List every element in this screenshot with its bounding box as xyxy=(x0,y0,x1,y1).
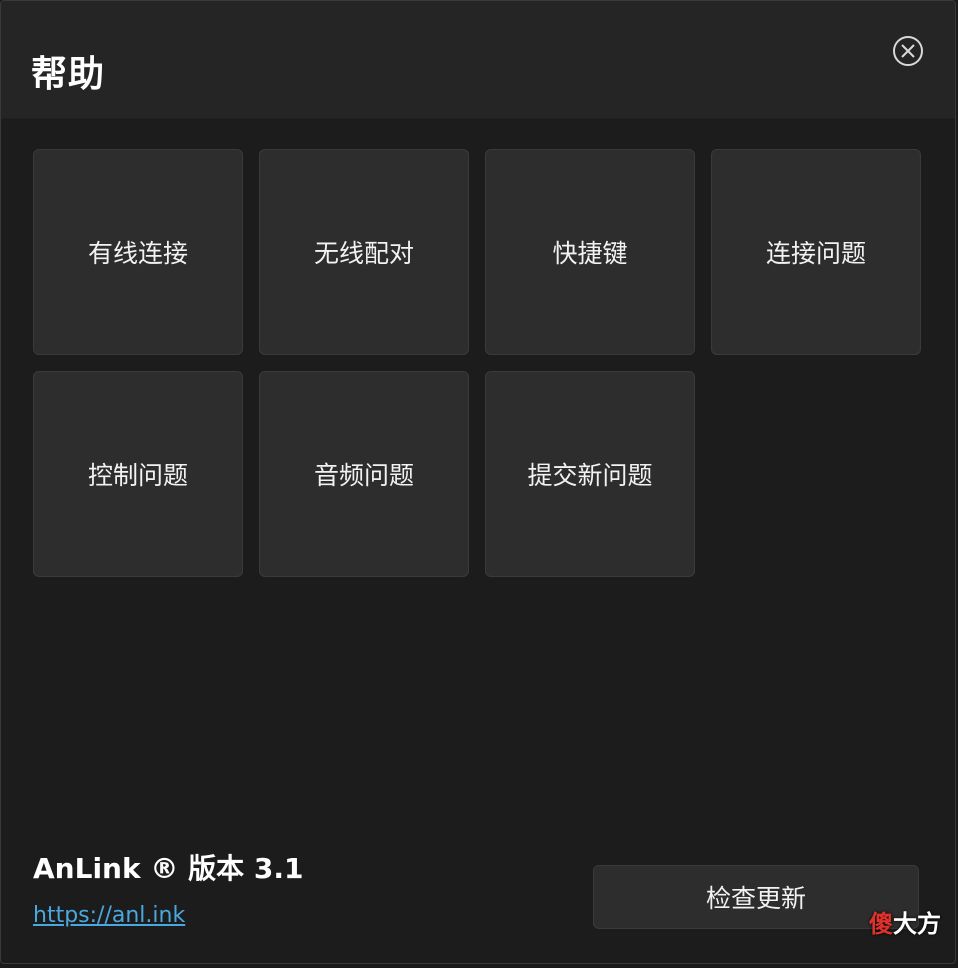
watermark-accent: 傻 xyxy=(869,910,893,938)
close-icon xyxy=(901,44,915,58)
tile-connection-issues[interactable]: 连接问题 xyxy=(711,149,921,355)
tile-wireless-pairing[interactable]: 无线配对 xyxy=(259,149,469,355)
version-label: AnLink ® 版本 3.1 xyxy=(33,852,304,885)
tile-control-issues[interactable]: 控制问题 xyxy=(33,371,243,577)
website-link[interactable]: https://anl.ink xyxy=(33,903,185,928)
help-dialog: 帮助 有线连接 无线配对 快捷键 连接问题 控制问题 音频问题 提交新问题 An… xyxy=(0,0,956,964)
tile-shortcuts[interactable]: 快捷键 xyxy=(485,149,695,355)
help-topics-grid: 有线连接 无线配对 快捷键 连接问题 控制问题 音频问题 提交新问题 xyxy=(33,149,921,577)
close-button[interactable] xyxy=(893,36,923,66)
tile-wired-connection[interactable]: 有线连接 xyxy=(33,149,243,355)
tile-audio-issues[interactable]: 音频问题 xyxy=(259,371,469,577)
dialog-title: 帮助 xyxy=(31,54,106,95)
tile-submit-new-issue[interactable]: 提交新问题 xyxy=(485,371,695,577)
watermark: 傻大方 xyxy=(869,904,941,939)
watermark-rest: 大方 xyxy=(893,910,941,938)
dialog-header: 帮助 xyxy=(1,1,955,119)
